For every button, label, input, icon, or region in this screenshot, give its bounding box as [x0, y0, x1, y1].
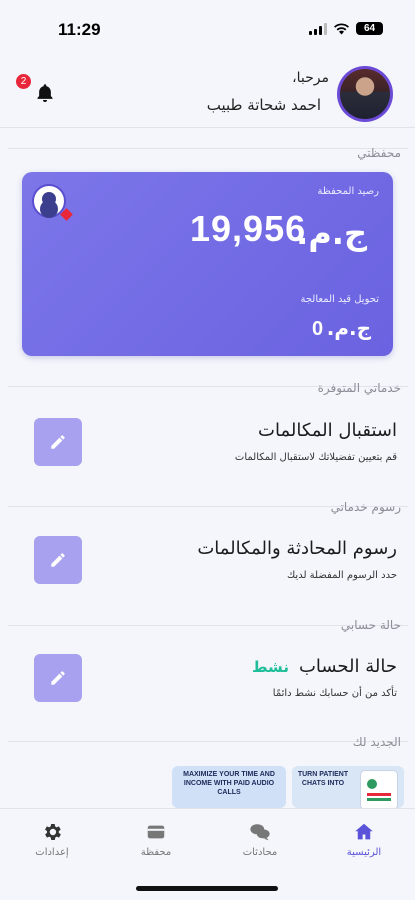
logo-accent: [60, 208, 73, 221]
balance-currency: ج.م.: [296, 214, 367, 252]
account-status-value: نشط: [252, 658, 289, 676]
gear-icon: [45, 824, 61, 840]
tab-home[interactable]: الرئيسية: [324, 821, 404, 858]
edit-receive-calls-button[interactable]: [34, 418, 82, 466]
fees-section-label: رسوم خدماتي: [330, 500, 401, 514]
section-divider: [8, 741, 408, 742]
wifi-icon: [334, 22, 349, 34]
edit-fees-button[interactable]: [34, 536, 82, 584]
section-divider: [8, 148, 408, 149]
tab-label: إعدادات: [35, 847, 69, 858]
app-header: مرحبا، احمد شحاتة طبيب 2: [0, 56, 415, 128]
pencil-icon: [51, 553, 65, 567]
tab-chats[interactable]: محادثات: [220, 821, 300, 858]
phone-illustration: [360, 770, 398, 808]
battery-icon: 64: [356, 22, 383, 35]
notification-bell-icon[interactable]: [34, 82, 56, 104]
news-banner[interactable]: TURN PATIENT CHATS INTO: [292, 766, 404, 808]
pencil-icon: [51, 435, 65, 449]
pending-label: تحويل قيد المعالجة: [300, 294, 379, 305]
signal-icon: [309, 22, 327, 35]
home-indicator: [136, 886, 278, 891]
fees-subtitle: حدد الرسوم المفضلة لديك: [286, 570, 397, 581]
status-bar: 11:29 64: [0, 0, 415, 56]
user-name: احمد شحاتة طبيب: [206, 96, 321, 114]
edit-account-status-button[interactable]: [34, 654, 82, 702]
tab-wallet[interactable]: محفظة: [116, 821, 196, 858]
tab-label: محفظة: [140, 847, 172, 858]
news-section-label: الجديد لك: [352, 735, 401, 749]
tab-label: الرئيسية: [346, 847, 382, 858]
tab-label: محادثات: [242, 847, 278, 858]
account-status-title: حالة الحساب: [298, 656, 397, 677]
chat-icon: [250, 824, 270, 841]
pending-amount: 0: [312, 318, 324, 340]
services-section-label: خدماتي المتوفرة: [317, 381, 401, 395]
greeting-text: مرحبا،: [292, 70, 329, 86]
wallet-card[interactable]: رصيد المحفظة 19,956 ج.م. تحويل قيد المعا…: [22, 172, 393, 356]
news-banner-text: TURN PATIENT CHATS INTO: [297, 771, 349, 787]
home-icon: [355, 823, 373, 840]
news-banner[interactable]: MAXIMIZE YOUR TIME AND INCOME WITH PAID …: [172, 766, 286, 808]
avatar[interactable]: [337, 66, 393, 122]
status-icons: 64: [309, 22, 383, 35]
receive-calls-title: استقبال المكالمات: [258, 420, 397, 441]
fees-title: رسوم المحادثة والمكالمات: [197, 538, 397, 559]
receive-calls-subtitle: قم بتعيين تفضيلاتك لاستقبال المكالمات: [234, 452, 397, 463]
account-section-label: حالة حسابي: [340, 618, 401, 632]
news-banner-text: MAXIMIZE YOUR TIME AND INCOME WITH PAID …: [183, 771, 275, 796]
balance-label: رصيد المحفظة: [317, 186, 379, 197]
notification-badge: 2: [16, 74, 31, 89]
tab-settings[interactable]: إعدادات: [12, 821, 92, 858]
wallet-icon: [147, 825, 165, 839]
account-status-subtitle: تأكد من أن حسابك نشط دائمًا: [272, 688, 397, 699]
avatar-photo: [340, 69, 390, 119]
balance-amount: 19,956: [190, 208, 307, 249]
app-logo-icon: [32, 184, 73, 221]
pencil-icon: [51, 671, 65, 685]
wallet-section-label: محفظتي: [357, 146, 401, 160]
status-time: 11:29: [58, 20, 101, 39]
pending-currency: ج.م.: [326, 316, 371, 340]
